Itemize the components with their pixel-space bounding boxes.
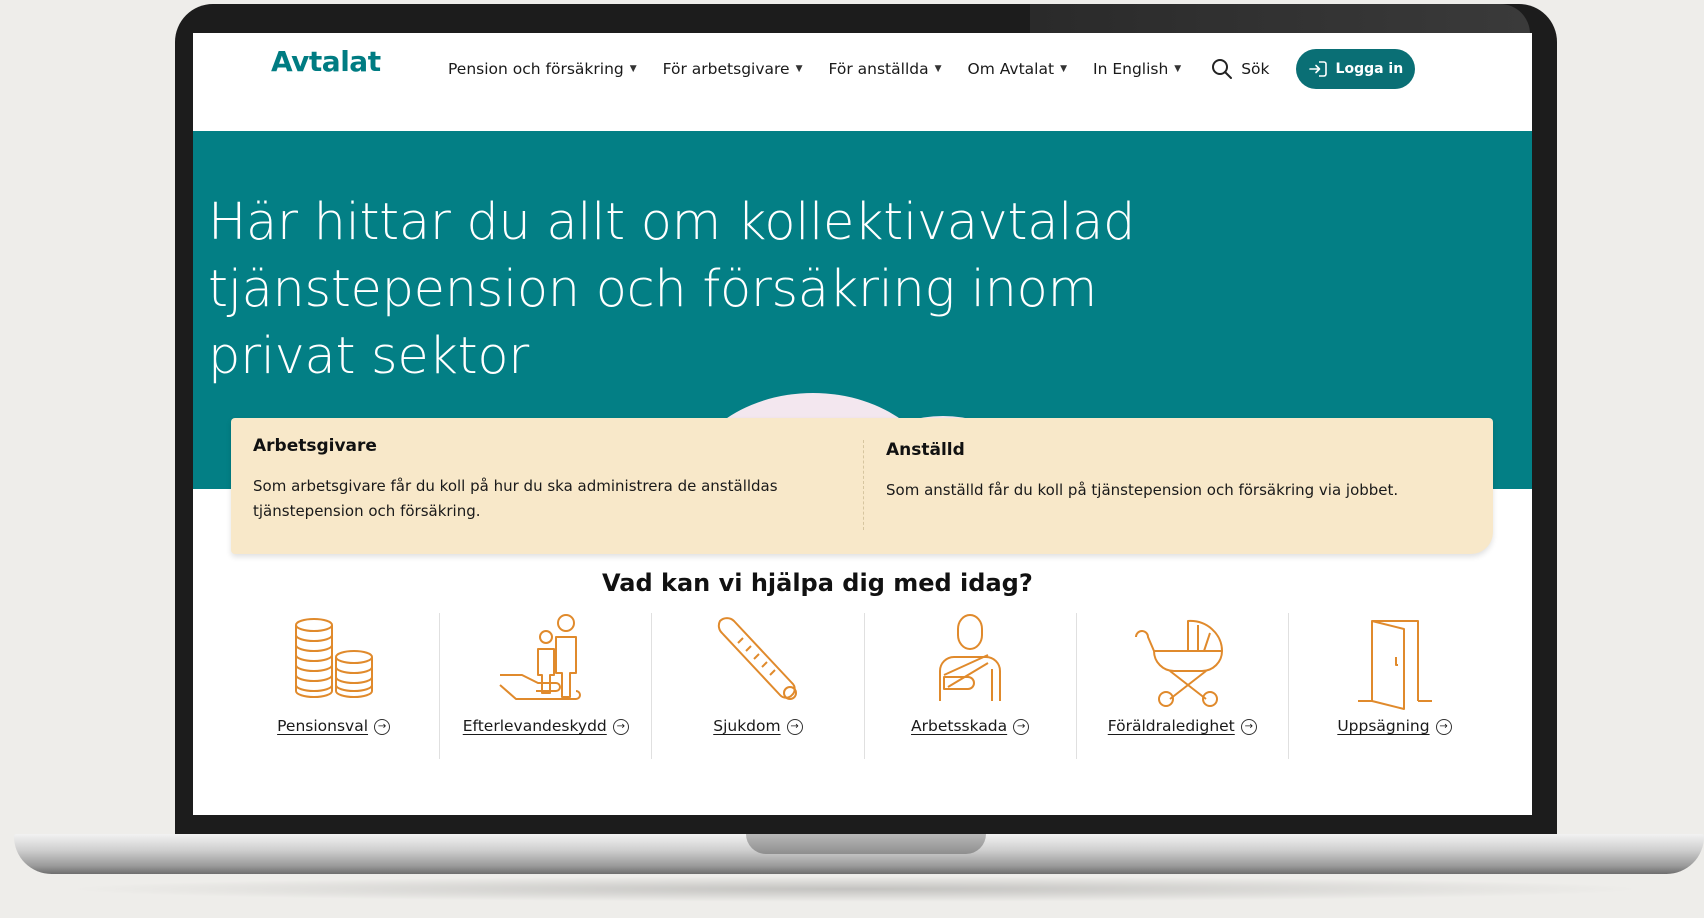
- audience-cards: Arbetsgivare Som arbetsgivare får du kol…: [231, 418, 1493, 554]
- login-button[interactable]: Logga in: [1295, 49, 1416, 89]
- search-button[interactable]: Sök: [1211, 58, 1270, 80]
- thermometer-icon: [717, 617, 797, 700]
- laptop-lid-highlight: [1030, 4, 1530, 34]
- nav-item-label: In English: [1093, 60, 1169, 78]
- arrow-right-circle-icon: →: [1013, 718, 1030, 735]
- topic-uppsagning[interactable]: Uppsägning →: [1289, 613, 1500, 759]
- coins-icon: [294, 618, 373, 698]
- caret-down-icon: ▼: [1174, 64, 1182, 74]
- nav-item-label: Pension och försäkring: [448, 60, 624, 78]
- laptop-shadow: [60, 876, 1650, 902]
- nav-item-in-english[interactable]: In English ▼: [1093, 60, 1181, 78]
- arrow-right-circle-icon: →: [374, 718, 391, 735]
- topic-efterlevandeskydd[interactable]: Efterlevandeskydd →: [440, 613, 653, 759]
- topic-arbetsskada[interactable]: Arbetsskada →: [865, 613, 1077, 759]
- arrow-right-circle-icon: →: [1240, 718, 1257, 735]
- card-text: Som arbetsgivare får du koll på hur du s…: [253, 477, 778, 520]
- topic-label[interactable]: Sjukdom →: [652, 717, 863, 735]
- caret-down-icon: ▼: [934, 64, 942, 74]
- hero-title: Här hittar du allt om kollektivavtalad t…: [208, 193, 1136, 386]
- family-hand-icon: [499, 614, 581, 700]
- nav-item-arbetsgivare[interactable]: För arbetsgivare ▼: [663, 60, 803, 78]
- nav-item-om-avtalat[interactable]: Om Avtalat ▼: [968, 60, 1067, 78]
- card-arbetsgivare[interactable]: Arbetsgivare Som arbetsgivare får du kol…: [231, 418, 863, 554]
- topic-foraldraledighet[interactable]: Föräldraledighet →: [1077, 613, 1289, 759]
- login-icon: [1308, 61, 1327, 77]
- door-icon: [1358, 620, 1433, 710]
- caret-down-icon: ▼: [795, 64, 803, 74]
- nav-item-anstallda[interactable]: För anställda ▼: [829, 60, 942, 78]
- arrow-right-circle-icon: →: [786, 718, 803, 735]
- topic-pensionsval[interactable]: Pensionsval →: [228, 613, 441, 759]
- nav-item-label: För anställda: [828, 60, 929, 78]
- stroller-icon: [1135, 619, 1224, 707]
- topic-label[interactable]: Arbetsskada →: [865, 717, 1076, 735]
- topic-label[interactable]: Efterlevandeskydd →: [440, 717, 651, 735]
- laptop-notch: [746, 834, 986, 854]
- injured-person-icon: [939, 614, 1002, 701]
- login-label: Logga in: [1335, 61, 1404, 77]
- card-text: Som anställd får du koll på tjänstepensi…: [886, 481, 1399, 499]
- arrow-right-circle-icon: →: [612, 718, 629, 735]
- nav-item-label: Om Avtalat: [967, 60, 1055, 78]
- main-nav: Pension och försäkring ▼ För arbetsgivare…: [448, 49, 1416, 89]
- topic-label[interactable]: Uppsägning →: [1289, 717, 1500, 735]
- nav-item-label: För arbetsgivare: [662, 60, 790, 78]
- card-anstalld[interactable]: Anställd Som anställd får du koll på tjä…: [863, 440, 1493, 530]
- arrow-right-circle-icon: →: [1435, 718, 1452, 735]
- card-title: Anställd: [886, 440, 965, 460]
- browser-screen: Avtalat Pension och försäkring ▼ För arbe…: [193, 33, 1532, 815]
- caret-down-icon: ▼: [629, 64, 637, 74]
- card-title: Arbetsgivare: [253, 436, 377, 456]
- site-header: Avtalat Pension och försäkring ▼ För arbe…: [193, 33, 1532, 131]
- help-section-title: Vad kan vi hjälpa dig med idag?: [193, 569, 1532, 597]
- help-title-text: Vad kan vi hjälpa dig med idag?: [602, 569, 1033, 597]
- caret-down-icon: ▼: [1060, 64, 1067, 74]
- help-topics: Pensionsval → Efterlevandeskydd → Sjukdo…: [228, 613, 1500, 759]
- search-label: Sök: [1241, 60, 1270, 78]
- site-logo[interactable]: Avtalat: [271, 45, 381, 78]
- topic-label[interactable]: Föräldraledighet →: [1077, 717, 1288, 735]
- search-icon: [1212, 59, 1233, 79]
- nav-item-pension[interactable]: Pension och försäkring ▼: [448, 60, 637, 78]
- topic-sjukdom[interactable]: Sjukdom →: [652, 613, 865, 759]
- topic-label[interactable]: Pensionsval →: [228, 717, 439, 735]
